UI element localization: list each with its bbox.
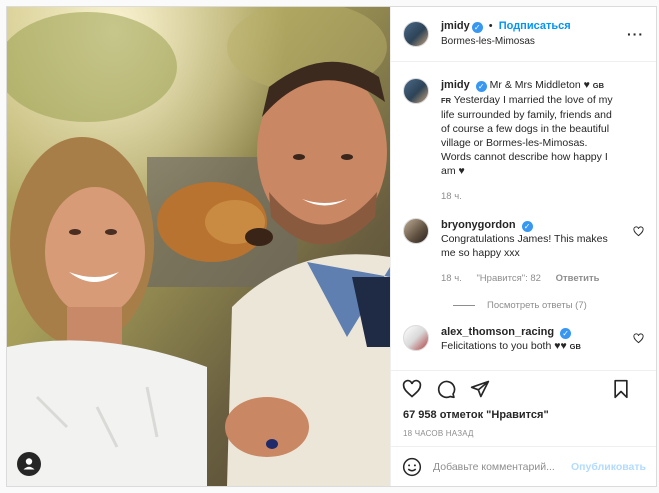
post-photo[interactable]: [7, 7, 390, 486]
comment-username[interactable]: bryonygordon: [441, 219, 516, 231]
add-comment-bar: Опубликовать: [391, 446, 656, 486]
verified-icon: ✓: [560, 328, 572, 339]
comment-like-button[interactable]: [633, 226, 644, 240]
post-actions: [391, 370, 656, 406]
bookmark-icon: [614, 379, 628, 399]
verified-icon: ✓: [521, 221, 533, 232]
user-tag-icon: [23, 458, 35, 470]
list-item: alex_thomson_racing ✓ Felicitations to yo…: [403, 325, 644, 354]
caption-body: jmidy ✓ Mr & Mrs Middleton ♥ GB FR Yester…: [441, 78, 613, 204]
like-button[interactable]: [401, 378, 423, 400]
list-item: bryonygordon ✓ Congratulations James! Thi…: [403, 218, 644, 286]
heart-icon: [633, 333, 644, 344]
comment-likes[interactable]: "Нравится": 82: [476, 273, 541, 284]
comment-time[interactable]: 18 ч.: [441, 273, 462, 284]
comments-list: jmidy ✓ Mr & Mrs Middleton ♥ GB FR Yester…: [391, 62, 656, 370]
post-header: jmidy ✓ • Подписаться Bormes-les-Mimosas …: [391, 7, 656, 62]
view-replies-label: Посмотреть ответы (7): [487, 300, 587, 311]
caption-time[interactable]: 18 ч.: [441, 191, 462, 202]
location-link[interactable]: Bormes-les-Mimosas: [441, 34, 571, 50]
comment-text: Felicitations to you both ♥♥: [441, 340, 567, 352]
comment-body: alex_thomson_racing ✓ Felicitations to yo…: [441, 325, 613, 354]
comment-text: Congratulations James! This makes me so …: [441, 233, 608, 259]
comment-body: bryonygordon ✓ Congratulations James! Thi…: [441, 218, 613, 286]
caption-meta: 18 ч.: [441, 190, 613, 204]
replies-divider: [453, 305, 475, 306]
caption-username[interactable]: jmidy: [441, 79, 470, 91]
comment-icon: [437, 380, 456, 398]
emoji-icon: [402, 457, 422, 476]
verified-icon: ✓: [471, 22, 483, 33]
header-text: jmidy ✓ • Подписаться Bormes-les-Mimosas: [441, 18, 571, 50]
more-options-button[interactable]: ···: [627, 26, 644, 42]
reply-button[interactable]: Ответить: [556, 273, 600, 284]
caption: jmidy ✓ Mr & Mrs Middleton ♥ GB FR Yester…: [403, 78, 644, 204]
view-replies-button[interactable]: Посмотреть ответы (7): [453, 300, 644, 311]
avatar[interactable]: [403, 78, 429, 104]
header-username[interactable]: jmidy: [441, 20, 470, 32]
follow-button[interactable]: Подписаться: [499, 20, 571, 32]
heart-icon: [402, 379, 422, 398]
emoji-button[interactable]: [401, 456, 423, 478]
comment-input[interactable]: [433, 460, 572, 473]
wedding-photo: [7, 7, 390, 486]
likes-count[interactable]: 67 958 отметок "Нравится": [391, 406, 656, 424]
comment-username[interactable]: alex_thomson_racing: [441, 326, 554, 338]
share-button[interactable]: [469, 378, 491, 400]
comment-meta: 18 ч. "Нравится": 82 Ответить: [441, 272, 613, 286]
user-tag-button[interactable]: [17, 452, 41, 476]
share-icon: [470, 380, 490, 397]
publish-button[interactable]: Опубликовать: [571, 461, 646, 473]
avatar[interactable]: [403, 218, 429, 244]
avatar[interactable]: [403, 325, 429, 351]
avatar[interactable]: [403, 21, 429, 47]
header-separator: •: [488, 20, 493, 32]
comment-button[interactable]: [435, 378, 457, 400]
caption-text-first: Mr & Mrs Middleton ♥: [489, 79, 590, 91]
verified-icon: ✓: [475, 81, 487, 92]
comment-like-button[interactable]: [633, 333, 644, 347]
post-side-panel: jmidy ✓ • Подписаться Bormes-les-Mimosas …: [390, 7, 656, 486]
post-timestamp[interactable]: 18 часов назад: [391, 424, 656, 446]
post-card: jmidy ✓ • Подписаться Bormes-les-Mimosas …: [6, 6, 657, 487]
comment-flag: GB: [569, 342, 581, 351]
heart-icon: [633, 226, 644, 237]
save-button[interactable]: [610, 378, 632, 400]
caption-text: Yesterday I married the love of my life …: [441, 94, 613, 177]
